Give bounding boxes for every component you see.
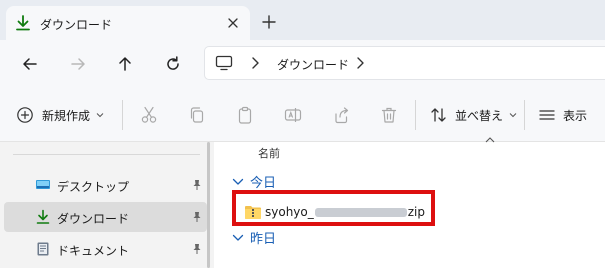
toolbar-divider (524, 100, 525, 130)
cut-icon[interactable] (139, 105, 159, 125)
paste-icon[interactable] (235, 105, 255, 125)
sidebar-item-downloads[interactable]: ダウンロード (4, 202, 207, 232)
delete-icon[interactable] (379, 105, 399, 125)
copy-icon[interactable] (187, 105, 207, 125)
view-button-label: 表示 (563, 108, 588, 123)
download-icon (16, 15, 30, 31)
new-tab-icon[interactable] (261, 14, 277, 30)
view-button[interactable]: 表示 (538, 105, 587, 125)
sort-button[interactable]: 並べ替え (430, 105, 517, 125)
share-icon[interactable] (331, 105, 351, 125)
chevron-right-icon[interactable] (355, 56, 365, 70)
download-icon (36, 209, 50, 224)
file-list: 名前 今日 syohyo_ zip 昨日 (214, 137, 605, 268)
view-lines-icon (539, 110, 555, 120)
plus-circle-icon (17, 107, 33, 123)
chevron-down-icon (232, 178, 244, 185)
arrow-left-icon[interactable] (20, 54, 40, 74)
highlight-box (232, 190, 435, 226)
chevron-down-icon (509, 113, 517, 118)
sidebar-item-documents[interactable]: ドキュメント (4, 234, 207, 264)
computer-icon (215, 55, 233, 71)
tab-label: ダウンロード (40, 18, 113, 32)
navigation-pane: デスクトップ ダウンロード ドキュメント (0, 142, 214, 268)
group-label: 昨日 (250, 232, 277, 247)
document-icon (37, 242, 49, 256)
desktop-icon (36, 180, 50, 189)
chevron-down-icon (96, 113, 104, 118)
sort-icon (431, 108, 446, 122)
sidebar-item-label: ダウンロード (57, 212, 130, 226)
pin-icon (193, 212, 201, 222)
group-header-today[interactable]: 今日 (232, 172, 276, 191)
close-icon[interactable] (224, 14, 242, 32)
sidebar-item-label: デスクトップ (57, 180, 130, 194)
arrow-right-icon[interactable] (68, 54, 88, 74)
chevron-down-icon (232, 234, 244, 241)
command-bar: 新規作成 並べ替え 表示 (0, 88, 605, 142)
rename-icon[interactable] (283, 105, 303, 125)
breadcrumb-downloads[interactable]: ダウンロード (277, 56, 349, 73)
toolbar-divider (122, 100, 123, 130)
sidebar-item-label: ドキュメント (57, 244, 130, 258)
address-bar[interactable]: ダウンロード (204, 46, 605, 80)
new-button-label: 新規作成 (42, 108, 91, 123)
refresh-icon[interactable] (163, 54, 183, 74)
group-header-yesterday[interactable]: 昨日 (232, 228, 276, 247)
pin-icon (193, 180, 201, 190)
tab-downloads[interactable]: ダウンロード (6, 6, 250, 40)
sort-button-label: 並べ替え (455, 108, 504, 123)
sidebar-item-desktop[interactable]: デスクトップ (4, 170, 207, 200)
group-label: 今日 (250, 176, 277, 191)
toolbar-divider (415, 100, 416, 130)
nav-divider (13, 154, 200, 155)
new-button[interactable]: 新規作成 (16, 105, 104, 125)
sort-ascending-icon[interactable] (484, 136, 496, 144)
pin-icon (193, 244, 201, 254)
chevron-right-icon[interactable] (250, 56, 260, 70)
nav-scrollbar[interactable] (207, 142, 210, 268)
tab-strip: ダウンロード (0, 0, 605, 40)
column-header-name[interactable]: 名前 (258, 145, 280, 161)
address-row: ダウンロード (0, 40, 605, 88)
arrow-up-icon[interactable] (115, 54, 135, 74)
